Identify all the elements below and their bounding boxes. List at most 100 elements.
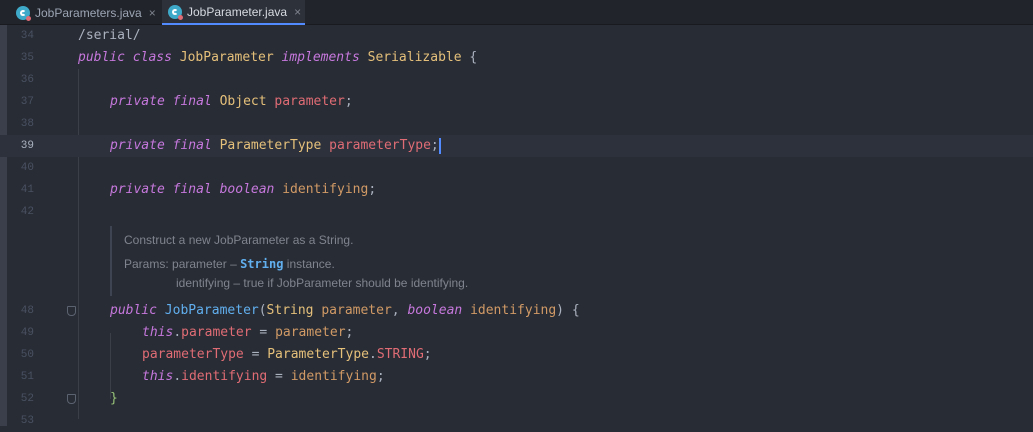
- paren: ): [556, 303, 564, 318]
- constant-name: STRING: [376, 347, 424, 362]
- java-class-icon: [168, 4, 183, 20]
- fold-icon[interactable]: [67, 306, 76, 316]
- code-text: /serial/: [78, 28, 141, 43]
- doc-param-row: identifying – true if JobParameter shoul…: [176, 276, 468, 290]
- code-line: 40: [0, 157, 1033, 179]
- type-name: ParameterType: [219, 138, 322, 153]
- line-number: 38: [20, 118, 34, 130]
- line-number: 50: [20, 349, 34, 361]
- operator: =: [251, 325, 276, 340]
- class-name: JobParameter: [179, 50, 274, 65]
- comma: ,: [391, 303, 400, 318]
- semicolon: ;: [423, 347, 432, 362]
- keyword: class: [132, 50, 172, 65]
- tab-jobparameters-java[interactable]: JobParameters.java ×: [10, 0, 162, 25]
- line-number: 39: [20, 140, 34, 152]
- line-number: 52: [20, 393, 34, 405]
- code-text: private final ParameterType parameterTyp…: [110, 135, 441, 157]
- line-number: 37: [20, 96, 34, 108]
- code-text: public class JobParameter implements Ser…: [78, 47, 477, 69]
- param-name: identifying: [470, 303, 557, 318]
- code-text: this.parameter = parameter;: [142, 322, 353, 344]
- type-name: boolean: [219, 182, 275, 197]
- close-icon[interactable]: ×: [149, 6, 156, 20]
- code-line: 37 private final Object parameter;: [0, 91, 1033, 113]
- field-name: parameterType: [142, 347, 244, 362]
- code-text: private final Object parameter;: [110, 91, 353, 113]
- param-name: identifying: [290, 369, 377, 384]
- rendered-javadoc[interactable]: Construct a new JobParameter as a String…: [110, 226, 712, 296]
- doc-param-desc: instance.: [283, 257, 335, 271]
- tab-label: JobParameter.java: [187, 4, 288, 19]
- keyword: private: [110, 94, 165, 109]
- code-line: 35 public class JobParameter implements …: [0, 47, 1033, 69]
- operator: =: [243, 347, 268, 362]
- code-line: 52 }: [0, 388, 1033, 410]
- paren: (: [258, 303, 267, 318]
- field-name: parameter: [274, 94, 345, 109]
- brace: {: [469, 50, 478, 65]
- dot: .: [368, 347, 377, 362]
- code-line: 41 private final boolean identifying;: [0, 179, 1033, 201]
- param-name: parameter: [321, 303, 392, 318]
- doc-dash: –: [226, 257, 241, 271]
- code-line: 49 this.parameter = parameter;: [0, 322, 1033, 344]
- keyword: public: [110, 303, 157, 318]
- line-number: 48: [20, 305, 34, 317]
- keyword: this: [142, 325, 174, 340]
- keyword: private: [110, 138, 165, 153]
- doc-param-row: Params: parameter – String instance.: [124, 257, 335, 271]
- interface-name: Serializable: [367, 50, 462, 65]
- type-name: String: [266, 303, 314, 318]
- semicolon: ;: [430, 138, 439, 153]
- doc-param-desc: – true if JobParameter should be identif…: [230, 276, 469, 290]
- editor-tab-bar: JobParameters.java × JobParameter.java ×: [0, 0, 1033, 25]
- code-line: 51 this.identifying = identifying;: [0, 366, 1033, 388]
- code-text: parameterType = ParameterType.STRING;: [142, 344, 432, 366]
- line-number: 49: [20, 327, 34, 339]
- keyword: final: [172, 94, 212, 109]
- keyword: private: [110, 182, 165, 197]
- field-name: identifying: [181, 369, 268, 384]
- field-name: parameter: [181, 325, 252, 340]
- param-name: parameter: [275, 325, 346, 340]
- code-line: 34 /serial/: [0, 25, 1033, 47]
- semicolon: ;: [344, 94, 353, 109]
- code-line: 38: [0, 113, 1033, 135]
- semicolon: ;: [376, 369, 385, 384]
- field-name: identifying: [282, 182, 369, 197]
- doc-param-name: identifying: [176, 276, 231, 290]
- close-icon[interactable]: ×: [294, 5, 301, 19]
- doc-param-name: parameter: [172, 257, 227, 271]
- keyword: final: [172, 138, 212, 153]
- code-text: }: [110, 388, 118, 410]
- dot: .: [173, 325, 182, 340]
- line-number: 35: [20, 52, 34, 64]
- code-line: 53: [0, 410, 1033, 432]
- tab-jobparameter-java[interactable]: JobParameter.java ×: [162, 0, 305, 25]
- text-caret: [438, 137, 441, 154]
- fold-icon[interactable]: [67, 394, 76, 404]
- type-name: ParameterType: [267, 347, 369, 362]
- semicolon: ;: [345, 325, 354, 340]
- field-name: parameterType: [329, 138, 431, 153]
- code-text: public JobParameter(String parameter, bo…: [110, 300, 580, 322]
- line-number: 34: [20, 30, 34, 42]
- code-line: 48 public JobParameter(String parameter,…: [0, 300, 1033, 322]
- type-name: Object: [219, 94, 267, 109]
- method-name: JobParameter: [164, 303, 259, 318]
- line-number: 51: [20, 371, 34, 383]
- line-number: 36: [20, 74, 34, 86]
- doc-code-link[interactable]: String: [240, 257, 283, 271]
- code-text: private final boolean identifying;: [110, 179, 376, 201]
- line-number: 41: [20, 184, 34, 196]
- type-name: boolean: [407, 303, 463, 318]
- current-code-line: 39 private final ParameterType parameter…: [0, 135, 1033, 157]
- doc-params-label: Params:: [124, 257, 169, 271]
- brace: {: [571, 303, 580, 318]
- code-line: 50 parameterType = ParameterType.STRING;: [0, 344, 1033, 366]
- code-editor[interactable]: 34 /serial/ 35 public class JobParameter…: [0, 25, 1033, 427]
- keyword: implements: [281, 50, 360, 65]
- keyword: this: [142, 369, 174, 384]
- brace: }: [110, 391, 118, 406]
